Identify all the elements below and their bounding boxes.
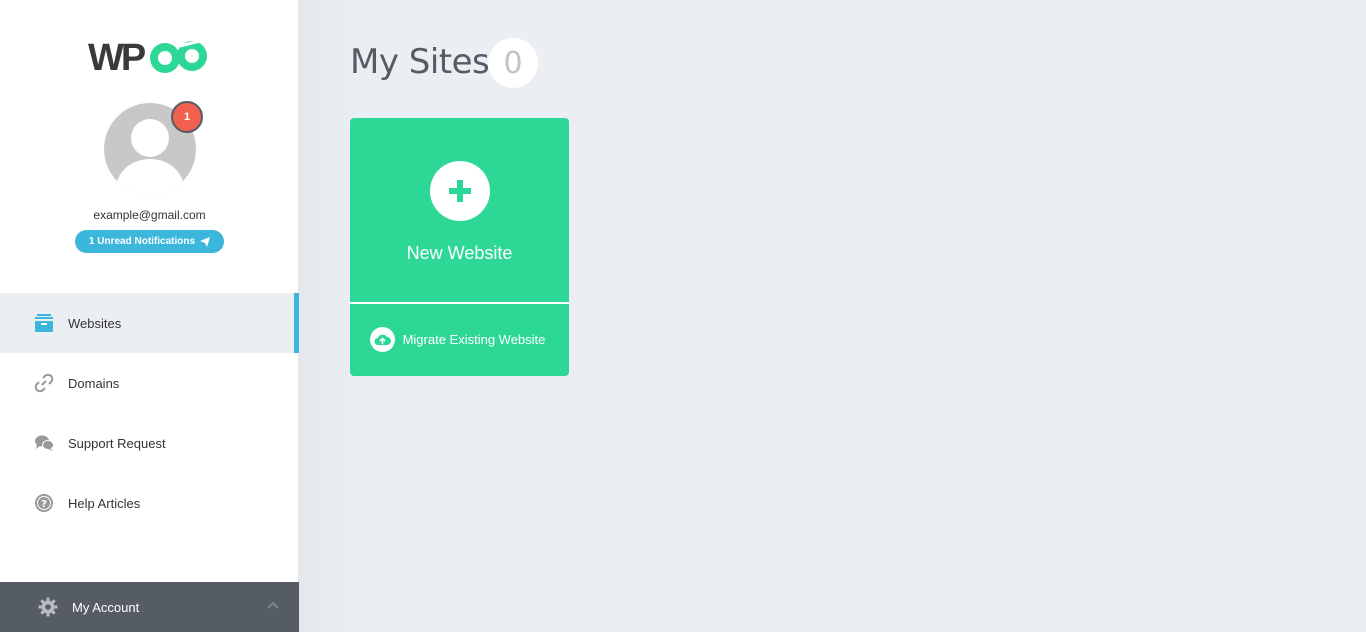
- new-website-button[interactable]: New Website: [350, 118, 569, 304]
- plus-icon: [429, 161, 490, 221]
- new-website-label: New Website: [406, 243, 513, 263]
- sidebar: WP 1 example@gmail.com 1 Unread Notifica…: [0, 0, 299, 632]
- unread-notifications-button[interactable]: 1 Unread Notifications: [75, 230, 224, 253]
- svg-text:WP: WP: [88, 37, 146, 78]
- site-count-badge: 0: [488, 38, 538, 88]
- wp60-logo[interactable]: WP: [88, 36, 212, 79]
- link-icon: [34, 373, 54, 393]
- sidebar-item-domains[interactable]: Domains: [0, 353, 299, 413]
- sidebar-item-help-articles[interactable]: ? Help Articles: [0, 473, 299, 533]
- sidebar-item-label: Help Articles: [68, 495, 141, 511]
- migrate-existing-website-button[interactable]: Migrate Existing Website: [350, 304, 569, 374]
- paper-plane-icon: [200, 236, 211, 247]
- sidebar-nav: Websites Domains Support Request ? Help …: [0, 293, 299, 533]
- sidebar-item-label: Websites: [68, 315, 122, 331]
- unread-notifications-label: 1 Unread Notifications: [88, 236, 196, 247]
- cloud-upload-icon: [369, 326, 395, 352]
- my-account-label: My Account: [72, 599, 140, 615]
- stack-icon: [34, 313, 54, 333]
- chat-bubbles-icon: [34, 433, 54, 453]
- my-account-button[interactable]: My Account: [0, 582, 299, 632]
- gear-icon: [38, 597, 58, 617]
- sidebar-item-label: Support Request: [68, 435, 166, 451]
- new-website-card: New Website Migrate Existing Website: [350, 118, 569, 376]
- sidebar-item-label: Domains: [68, 375, 120, 391]
- avatar-notification-badge[interactable]: 1: [171, 101, 203, 133]
- question-circle-icon: ?: [34, 493, 54, 513]
- svg-text:?: ?: [41, 499, 47, 510]
- page-title: My Sites: [350, 42, 490, 82]
- user-avatar[interactable]: 1: [104, 101, 203, 195]
- chevron-up-icon[interactable]: [267, 600, 279, 610]
- user-email: example@gmail.com: [93, 208, 206, 222]
- sidebar-item-websites[interactable]: Websites: [0, 293, 299, 353]
- migrate-existing-website-label: Migrate Existing Website: [402, 331, 546, 347]
- sidebar-item-support-request[interactable]: Support Request: [0, 413, 299, 473]
